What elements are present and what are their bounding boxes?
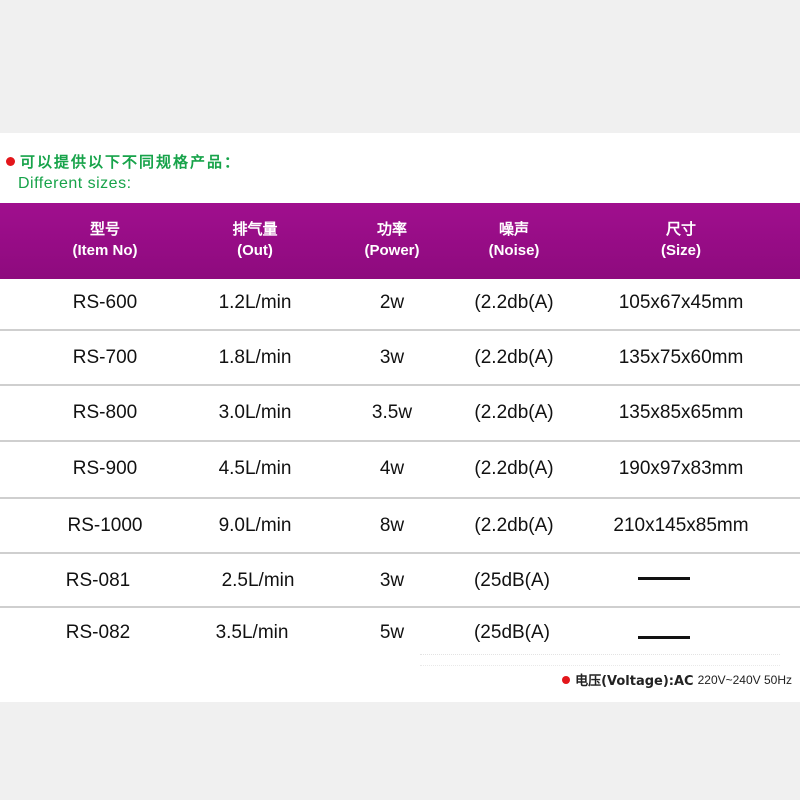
- table-header: 型号 (Item No) 排气量 (Out) 功率 (Power) 噪声 (No…: [0, 203, 800, 279]
- table-row: RS-1000 9.0L/min 8w (2.2db(A) 210x145x85…: [0, 500, 800, 552]
- cell-size: 190x97x83mm: [618, 458, 744, 479]
- header-size-en: (Size): [660, 242, 702, 259]
- size-unavailable-dash: [638, 577, 690, 580]
- row-divider: [0, 497, 800, 499]
- cell-size: 135x75x60mm: [618, 347, 744, 368]
- cell-power: 4w: [379, 458, 405, 479]
- cell-noise: (2.2db(A): [474, 402, 554, 423]
- voltage-value: 220V~240V 50Hz: [697, 672, 792, 687]
- cell-noise: (2.2db(A): [474, 347, 554, 368]
- heading-english: Different sizes:: [18, 175, 132, 192]
- heading-chinese: 可以提供以下不同规格产品：: [20, 152, 242, 171]
- row-divider: [0, 329, 800, 331]
- cell-noise: (2.2db(A): [474, 458, 554, 479]
- table-row: RS-081 2.5L/min 3w (25dB(A): [0, 555, 800, 607]
- cell-out: 1.2L/min: [218, 292, 292, 313]
- cell-out: 4.5L/min: [218, 458, 292, 479]
- size-unavailable-dash: [638, 636, 690, 639]
- header-size-cn: 尺寸: [665, 220, 697, 238]
- cell-power: 5w: [379, 622, 405, 643]
- cell-item-no: RS-082: [65, 622, 131, 643]
- cell-out: 1.8L/min: [218, 347, 292, 368]
- header-item-no: 型号 (Item No): [73, 219, 138, 261]
- cell-noise: (25dB(A): [473, 570, 551, 591]
- row-divider: [0, 552, 800, 554]
- header-noise: 噪声 (Noise): [489, 219, 540, 261]
- header-out-en: (Out): [237, 242, 273, 259]
- watermark: [420, 654, 780, 666]
- cell-out: 9.0L/min: [218, 515, 292, 536]
- cell-size: 210x145x85mm: [613, 515, 749, 536]
- row-divider: [0, 384, 800, 386]
- cell-item-no: RS-900: [72, 458, 138, 479]
- table-row: RS-700 1.8L/min 3w (2.2db(A) 135x75x60mm: [0, 332, 800, 384]
- header-out: 排气量 (Out): [232, 219, 277, 261]
- heading-row: 可以提供以下不同规格产品：: [6, 151, 241, 171]
- voltage-label: 电压(Voltage):AC: [575, 674, 694, 689]
- bottom-background: [0, 702, 800, 800]
- top-background: [0, 0, 800, 133]
- cell-out: 2.5L/min: [221, 570, 295, 591]
- header-out-cn: 排气量: [232, 220, 278, 238]
- table-row: RS-800 3.0L/min 3.5w (2.2db(A) 135x85x65…: [0, 387, 800, 439]
- cell-power: 3w: [379, 347, 405, 368]
- cell-power: 8w: [379, 515, 405, 536]
- cell-item-no: RS-800: [72, 402, 138, 423]
- bullet-icon: [6, 156, 15, 166]
- header-power-en: (Power): [364, 242, 420, 259]
- voltage-note: 电压(Voltage):AC 220V~240V 50Hz: [562, 670, 792, 689]
- header-noise-cn: 噪声: [498, 220, 529, 238]
- cell-item-no: RS-700: [72, 347, 138, 368]
- cell-item-no: RS-1000: [67, 515, 143, 536]
- cell-noise: (2.2db(A): [474, 515, 554, 536]
- cell-item-no: RS-600: [72, 292, 138, 313]
- cell-size: 105x67x45mm: [618, 292, 744, 313]
- header-size: 尺寸 (Size): [661, 219, 701, 261]
- table-row: RS-900 4.5L/min 4w (2.2db(A) 190x97x83mm: [0, 443, 800, 495]
- cell-item-no: RS-081: [65, 570, 131, 591]
- cell-size: 135x85x65mm: [618, 402, 744, 423]
- cell-power: 3.5w: [371, 402, 413, 423]
- cell-power: 2w: [379, 292, 405, 313]
- cell-noise: (2.2db(A): [474, 292, 554, 313]
- header-power-cn: 功率: [376, 220, 408, 238]
- header-item-no-en: (Item No): [72, 242, 138, 259]
- header-item-no-cn: 型号: [89, 220, 120, 238]
- header-noise-en: (Noise): [488, 242, 540, 259]
- cell-out: 3.5L/min: [215, 622, 289, 643]
- header-power: 功率 (Power): [364, 219, 419, 261]
- cell-out: 3.0L/min: [218, 402, 292, 423]
- table-row: RS-082 3.5L/min 5w (25dB(A): [0, 607, 800, 659]
- cell-power: 3w: [379, 570, 405, 591]
- bullet-icon: [562, 675, 571, 684]
- row-divider: [0, 440, 800, 442]
- table-row: RS-600 1.2L/min 2w (2.2db(A) 105x67x45mm: [0, 277, 800, 329]
- cell-noise: (25dB(A): [473, 622, 551, 643]
